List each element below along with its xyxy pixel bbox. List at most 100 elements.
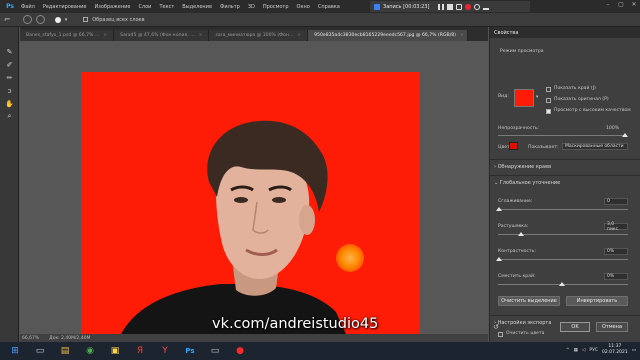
- output-settings-section[interactable]: › Настройки экспорта: [494, 320, 551, 326]
- close-tab-icon[interactable]: ×: [103, 33, 107, 38]
- volume-icon[interactable]: ◁: [582, 348, 585, 353]
- zoom-level[interactable]: 66,67%: [22, 336, 39, 341]
- menu-filter[interactable]: Фильтр: [216, 4, 244, 10]
- sample-all-layers-checkbox[interactable]: [83, 17, 89, 22]
- recording-toolbar: Запись [00:03:23]: [370, 1, 530, 12]
- brush-tool-icon[interactable]: ⌐: [4, 15, 11, 24]
- opacity-value[interactable]: 100%: [606, 126, 619, 131]
- camera-icon[interactable]: [456, 3, 463, 10]
- brush-size-dropdown-icon[interactable]: ▾: [65, 17, 68, 23]
- menu-edit[interactable]: Редактирование: [39, 4, 91, 10]
- document-canvas[interactable]: [81, 72, 420, 334]
- pause-icon[interactable]: [438, 3, 445, 10]
- show-original-checkbox[interactable]: [546, 98, 551, 103]
- webcam-icon[interactable]: [474, 3, 481, 10]
- stop-icon[interactable]: [447, 3, 454, 10]
- smooth-value: 0: [607, 199, 610, 204]
- contrast-slider[interactable]: [498, 259, 628, 260]
- reset-icon[interactable]: ↺: [493, 323, 501, 331]
- indicates-select[interactable]: Маскированные области: [562, 143, 628, 150]
- add-brush-icon[interactable]: [22, 15, 32, 24]
- close-tab-icon[interactable]: ×: [297, 33, 301, 38]
- smooth-field[interactable]: 0: [604, 198, 628, 205]
- opacity-slider-handle[interactable]: [622, 133, 628, 137]
- opacity-label: Непрозрачность:: [498, 126, 540, 131]
- tab-label: Sara45 @ 47,6% (Фон копия, ...: [120, 33, 195, 38]
- tab-document-2[interactable]: Sara45 @ 47,6% (Фон копия, ... ×: [114, 30, 210, 41]
- tab-document-3[interactable]: sara_миниатюра @ 100% (Фон... ×: [209, 30, 309, 41]
- properties-tab[interactable]: Свойства: [490, 27, 640, 38]
- maximize-icon[interactable]: ▢: [617, 1, 625, 10]
- global-refinement-section[interactable]: ⌄ Глобальное уточнение: [494, 180, 560, 186]
- tray-chevron-icon[interactable]: ^: [566, 348, 570, 353]
- close-tab-icon[interactable]: ×: [199, 33, 203, 38]
- decontaminate-checkbox[interactable]: [498, 332, 503, 337]
- menu-file[interactable]: Файл: [17, 4, 39, 10]
- refine-edge-brush-icon[interactable]: ✐: [0, 58, 19, 71]
- close-icon[interactable]: ✕: [630, 1, 638, 10]
- indicates-value: Маскированные области: [565, 144, 624, 149]
- edge-detection-section[interactable]: › Обнаружение краев: [494, 164, 551, 170]
- brush-size-icon[interactable]: [54, 16, 61, 23]
- language-indicator[interactable]: РУС: [589, 348, 598, 353]
- contrast-field[interactable]: 0%: [604, 248, 628, 255]
- menu-type[interactable]: Текст: [155, 4, 178, 10]
- hq-preview-checkbox[interactable]: [546, 109, 551, 114]
- view-mode-thumbnail[interactable]: [514, 89, 534, 107]
- menu-view[interactable]: Просмотр: [259, 4, 293, 10]
- menu-3d[interactable]: 3D: [244, 4, 259, 10]
- quick-selection-tool-icon[interactable]: ✎: [0, 45, 19, 58]
- properties-panel: Свойства Режим просмотра Вид: ▾ Показать…: [489, 27, 640, 342]
- menu-layers[interactable]: Слои: [134, 4, 155, 10]
- smooth-slider-handle[interactable]: [496, 207, 502, 211]
- overlay-color-swatch[interactable]: [509, 142, 518, 150]
- smooth-slider[interactable]: [498, 209, 628, 210]
- menu-image[interactable]: Изображение: [90, 4, 134, 10]
- opacity-slider[interactable]: [498, 135, 626, 136]
- show-original-label: Показать оригинал (P): [554, 97, 609, 102]
- minimize-recorder-icon[interactable]: [483, 4, 490, 10]
- task-view-icon[interactable]: ▭: [30, 343, 50, 359]
- record-icon[interactable]: [465, 3, 472, 10]
- start-windows-icon[interactable]: ⊞: [5, 343, 25, 359]
- invert-button[interactable]: Инвертировать: [566, 296, 628, 306]
- ok-button[interactable]: OK: [560, 322, 590, 332]
- canvas-area[interactable]: [20, 41, 488, 334]
- photoshop-taskbar-icon[interactable]: Ps: [180, 343, 200, 359]
- menu-select[interactable]: Выделение: [178, 4, 216, 10]
- view-dropdown-icon[interactable]: ▾: [536, 95, 538, 100]
- hand-tool-icon[interactable]: ✋: [0, 97, 19, 110]
- show-edge-checkbox[interactable]: [546, 87, 551, 92]
- yandex-icon[interactable]: Я: [130, 343, 150, 359]
- divider: [490, 315, 640, 316]
- yandex-browser-icon[interactable]: Y: [155, 343, 175, 359]
- notifications-icon[interactable]: ▭: [632, 348, 636, 353]
- close-tab-icon[interactable]: ×: [460, 33, 464, 38]
- tab-document-4[interactable]: 950e835a4c3830ecb8165229eeedc567.jpg @ 6…: [308, 30, 469, 41]
- menu-window[interactable]: Окно: [293, 4, 314, 10]
- window-taskbar-icon[interactable]: ▭: [205, 343, 225, 359]
- cancel-button[interactable]: Отмена: [596, 322, 628, 332]
- status-bar: 66,67% Док: 2,40M/2,40M: [20, 334, 488, 342]
- brush-tool-icon[interactable]: ✏: [0, 71, 19, 84]
- tab-document-1[interactable]: Banes_stafyx_1.psd @ 66,7% ... ×: [20, 30, 115, 41]
- minimize-icon[interactable]: –: [604, 1, 612, 10]
- lasso-tool-icon[interactable]: ↄ: [0, 84, 19, 97]
- clock[interactable]: 11:37 02.07.2021: [602, 344, 628, 356]
- feather-field[interactable]: 3,0 пикс.: [604, 222, 628, 232]
- sticky-notes-icon[interactable]: ▣: [105, 343, 125, 359]
- zoom-tool-icon[interactable]: ⌕: [0, 110, 19, 123]
- divider: [490, 175, 640, 176]
- shift-edge-field[interactable]: 0%: [604, 273, 628, 280]
- network-icon[interactable]: ▦: [574, 348, 578, 353]
- shift-edge-slider-handle[interactable]: [559, 282, 565, 286]
- clock-date: 02.07.2021: [601, 350, 628, 355]
- recorder-taskbar-icon[interactable]: ●: [230, 343, 250, 359]
- file-explorer-icon[interactable]: ▤: [55, 343, 75, 359]
- subtract-brush-icon[interactable]: [35, 15, 45, 24]
- menu-help[interactable]: Справка: [314, 4, 344, 10]
- feather-slider-handle[interactable]: [518, 232, 524, 236]
- clear-selection-button[interactable]: Очистить выделение: [498, 296, 560, 306]
- contrast-slider-handle[interactable]: [496, 257, 502, 261]
- chrome-icon[interactable]: ◉: [80, 343, 100, 359]
